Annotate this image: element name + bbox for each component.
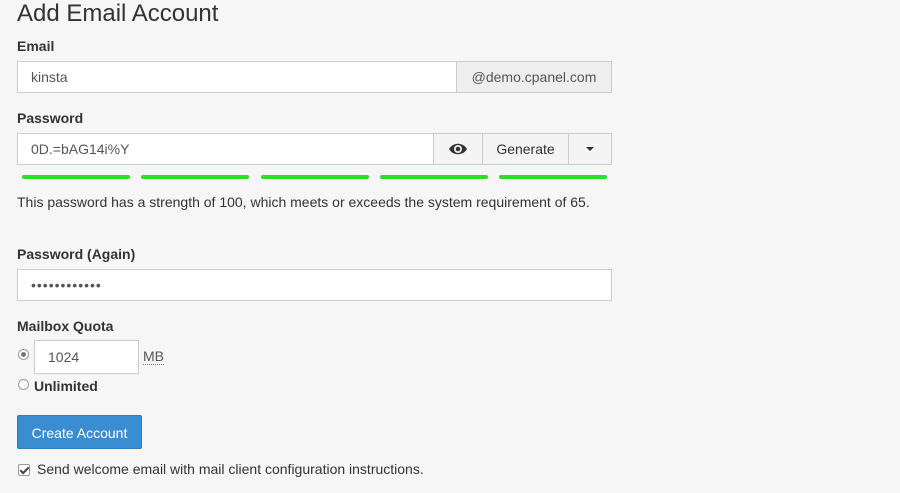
password-again-input[interactable]	[17, 269, 612, 301]
quota-unlimited-radio[interactable]	[18, 379, 29, 390]
password-label: Password	[17, 110, 84, 126]
eye-icon	[434, 134, 482, 164]
password-strength-message: This password has a strength of 100, whi…	[17, 194, 590, 210]
email-input-group: @demo.cpanel.com	[17, 61, 612, 93]
quota-limited-radio[interactable]	[18, 349, 29, 360]
password-again-group	[17, 269, 612, 301]
strength-bar-segment-1	[22, 175, 130, 179]
quota-input[interactable]	[34, 340, 139, 374]
welcome-email-checkbox[interactable]	[18, 464, 30, 476]
create-account-button[interactable]: Create Account	[17, 415, 142, 449]
mailbox-quota-label: Mailbox Quota	[17, 318, 114, 334]
add-email-account-form: Add Email Account Email @demo.cpanel.com…	[0, 0, 900, 493]
generate-options-dropdown[interactable]	[569, 133, 612, 165]
show-password-button[interactable]	[434, 133, 483, 165]
email-label: Email	[17, 38, 55, 54]
caret-down-icon	[584, 147, 596, 167]
strength-bar-segment-2	[141, 175, 249, 179]
password-again-label: Password (Again)	[17, 246, 136, 262]
password-input-group: Generate	[17, 133, 612, 165]
quota-unlimited-label[interactable]: Unlimited	[34, 377, 98, 395]
generate-password-button[interactable]: Generate	[483, 133, 569, 165]
strength-bar-segment-3	[261, 175, 369, 179]
password-input[interactable]	[17, 133, 434, 165]
email-username-input[interactable]	[17, 61, 457, 93]
strength-bar-segment-4	[380, 175, 488, 179]
welcome-email-label[interactable]: Send welcome email with mail client conf…	[37, 460, 424, 478]
page-title: Add Email Account	[17, 0, 219, 27]
quota-unit: MB	[143, 348, 164, 365]
email-domain-addon: @demo.cpanel.com	[457, 61, 612, 93]
strength-bar-segment-5	[499, 175, 607, 179]
